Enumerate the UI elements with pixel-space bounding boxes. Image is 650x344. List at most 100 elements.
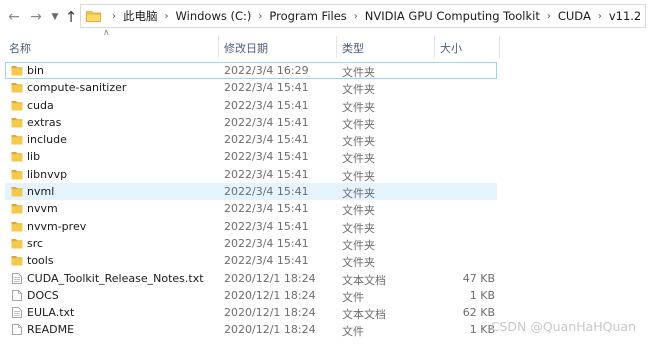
file-date: 2020/12/1 18:24: [224, 323, 316, 337]
file-row[interactable]: include 2022/3/4 15:41 文件夹: [0, 131, 650, 148]
chevron-right-icon[interactable]: ›: [547, 11, 551, 22]
file-row[interactable]: nvml 2022/3/4 15:41 文件夹: [5, 183, 497, 201]
file-name: libnvvp: [27, 167, 68, 181]
file-type: 文本文档: [342, 308, 386, 322]
chevron-right-icon[interactable]: ›: [165, 11, 169, 22]
file-date: 2022/3/4 15:41: [224, 150, 309, 164]
arrow-right-icon: →: [30, 9, 42, 25]
column-header-size[interactable]: 大小: [440, 40, 462, 56]
file-name: lib: [27, 150, 41, 164]
file-row[interactable]: lib 2022/3/4 15:41 文件夹: [0, 148, 650, 165]
address-bar: ← → ▼ ↑ › 此电脑 › Windows (C:) › Program Files ›…: [0, 0, 650, 34]
breadcrumb-item[interactable]: v11.2: [609, 9, 641, 23]
file-name: EULA.txt: [27, 306, 75, 320]
file-name: src: [27, 236, 44, 250]
up-button[interactable]: ↑: [63, 8, 79, 26]
column-divider[interactable]: [499, 36, 500, 58]
file-row[interactable]: cuda 2022/3/4 15:41 文件夹: [0, 97, 650, 114]
folder-icon: [11, 169, 23, 180]
file-name: include: [27, 133, 67, 147]
folder-icon: [11, 152, 23, 162]
file-type: 文本文档: [342, 273, 386, 287]
chevron-right-icon[interactable]: ›: [598, 11, 602, 22]
file-row[interactable]: tools 2022/3/4 15:41 文件夹: [0, 252, 650, 269]
column-divider[interactable]: [434, 36, 435, 58]
column-divider[interactable]: [336, 36, 337, 58]
file-row[interactable]: src 2022/3/4 15:41 文件夹: [0, 235, 650, 252]
file-name: CUDA_Toolkit_Release_Notes.txt: [27, 271, 204, 285]
file-list: bin 2022/3/4 16:29 文件夹 compute-sanitizer 202…: [0, 62, 650, 339]
folder-icon: [11, 100, 23, 111]
column-header-name[interactable]: 名称: [9, 40, 31, 56]
file-type: 文件夹: [342, 187, 375, 201]
file-date: 2022/3/4 16:29: [224, 64, 309, 77]
file-size: 62 KB: [462, 306, 495, 320]
file-date: 2022/3/4 15:41: [224, 236, 309, 250]
arrow-left-icon: ←: [8, 9, 20, 25]
file-name: DOCS: [27, 288, 59, 302]
file-row[interactable]: CUDA_Toolkit_Release_Notes.txt 2020/12/1 …: [0, 270, 650, 287]
path-box[interactable]: › 此电脑 › Windows (C:) › Program Files › NVIDIA G…: [80, 4, 646, 28]
folder-icon: [11, 204, 23, 214]
file-date: 2020/12/1 18:24: [224, 306, 316, 320]
file-type: 文件夹: [342, 204, 375, 218]
file-name: bin: [27, 64, 45, 77]
file-type: 文件夹: [342, 256, 375, 270]
breadcrumb-item[interactable]: CUDA: [558, 9, 591, 23]
column-header-date[interactable]: 修改日期: [224, 40, 268, 56]
file-row[interactable]: libnvvp 2022/3/4 15:41 文件夹: [0, 166, 650, 183]
file-name: nvvm: [27, 202, 58, 216]
file-type: 文件夹: [342, 135, 375, 149]
folder-icon: [11, 221, 23, 232]
folder-icon: [11, 238, 23, 249]
file-type: 文件夹: [342, 238, 375, 252]
file-date: 2022/3/4 15:41: [224, 219, 309, 233]
column-headers: 名称 修改日期 类型 大小: [0, 36, 650, 58]
file-name: cuda: [27, 98, 54, 112]
chevron-down-icon: ▼: [51, 12, 59, 22]
breadcrumb: › 此电脑 › Windows (C:) › Program Files › NVIDIA G…: [105, 5, 641, 27]
file-row[interactable]: bin 2022/3/4 16:29 文件夹: [5, 62, 497, 80]
text-file-icon: [12, 307, 22, 319]
file-type: 文件夹: [342, 221, 375, 235]
breadcrumb-item[interactable]: Program Files: [269, 9, 346, 23]
column-header-type[interactable]: 类型: [342, 40, 364, 56]
breadcrumb-item[interactable]: 此电脑: [123, 8, 158, 24]
file-type: 文件夹: [342, 117, 375, 131]
file-name: compute-sanitizer: [27, 81, 127, 95]
breadcrumb-item[interactable]: Windows (C:): [176, 9, 252, 23]
file-date: 2022/3/4 15:41: [224, 133, 309, 147]
file-icon: [12, 289, 22, 301]
file-name: extras: [27, 115, 62, 129]
file-name: README: [27, 323, 75, 337]
breadcrumb-item[interactable]: NVIDIA GPU Computing Toolkit: [365, 9, 540, 23]
file-size: 47 KB: [462, 271, 495, 285]
chevron-right-icon[interactable]: ›: [258, 11, 262, 22]
file-date: 2020/12/1 18:24: [224, 271, 316, 285]
file-row[interactable]: nvvm-prev 2022/3/4 15:41 文件夹: [0, 218, 650, 235]
chevron-right-icon[interactable]: ›: [112, 11, 116, 22]
file-date: 2022/3/4 15:41: [224, 115, 309, 129]
folder-icon: [11, 187, 23, 197]
file-date: 2020/12/1 18:24: [224, 288, 316, 302]
file-name: tools: [27, 254, 54, 268]
folder-icon: [11, 256, 23, 266]
folder-icon: [11, 66, 23, 76]
back-button[interactable]: ←: [6, 8, 22, 26]
file-date: 2022/3/4 15:41: [224, 202, 309, 216]
column-divider[interactable]: [218, 36, 219, 58]
forward-button[interactable]: →: [28, 8, 44, 26]
file-row[interactable]: nvvm 2022/3/4 15:41 文件夹: [0, 200, 650, 217]
file-row[interactable]: extras 2022/3/4 15:41 文件夹: [0, 114, 650, 131]
file-type: 文件夹: [342, 83, 375, 97]
chevron-right-icon[interactable]: ›: [354, 11, 358, 22]
file-type: 文件夹: [342, 100, 375, 114]
text-file-icon: [12, 272, 22, 284]
file-row[interactable]: DOCS 2020/12/1 18:24 文件 1 KB: [0, 287, 650, 304]
folder-icon: [11, 117, 23, 128]
recent-locations-button[interactable]: ▼: [47, 8, 63, 26]
file-row[interactable]: compute-sanitizer 2022/3/4 15:41 文件夹: [0, 79, 650, 96]
folder-icon: [11, 135, 23, 145]
folder-icon: [11, 83, 23, 93]
file-icon: [12, 324, 22, 336]
